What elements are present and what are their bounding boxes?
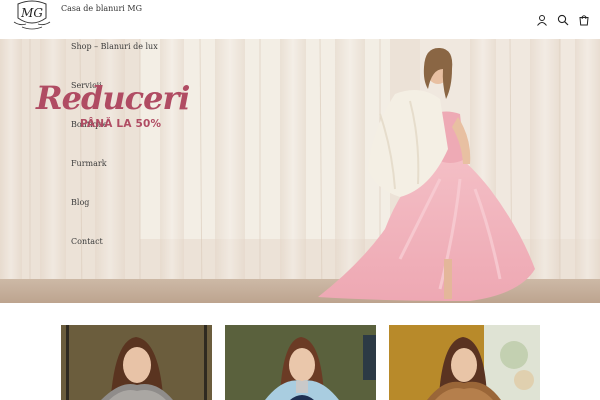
nav-item-blog[interactable]: Blog: [71, 198, 89, 207]
product-gallery: [0, 303, 600, 400]
hero-banner[interactable]: Shop – Blanuri de lux Servicii Boutique …: [0, 39, 600, 303]
promo-subtitle: PÂNĂ LA 50%: [80, 118, 162, 130]
product-image-3: [389, 325, 540, 400]
brand-name[interactable]: Casa de blanuri MG: [61, 4, 142, 13]
account-icon[interactable]: [536, 14, 548, 26]
site-header: MG Casa de blanuri MG: [0, 0, 600, 39]
product-card-1[interactable]: [61, 325, 212, 400]
nav-item-contact[interactable]: Contact: [71, 237, 103, 246]
brand-logo[interactable]: MG: [12, 0, 52, 31]
search-icon[interactable]: [557, 14, 569, 26]
promo-title: Reduceri: [36, 79, 190, 117]
logo-monogram: MG: [20, 6, 43, 20]
product-image-1: [61, 325, 212, 400]
cart-icon[interactable]: [578, 14, 590, 26]
product-image-2: [225, 325, 376, 400]
nav-item-shop[interactable]: Shop – Blanuri de lux: [71, 42, 158, 51]
product-card-2[interactable]: [225, 325, 376, 400]
product-card-3[interactable]: [389, 325, 540, 400]
nav-item-furmark[interactable]: Furmark: [71, 159, 107, 168]
